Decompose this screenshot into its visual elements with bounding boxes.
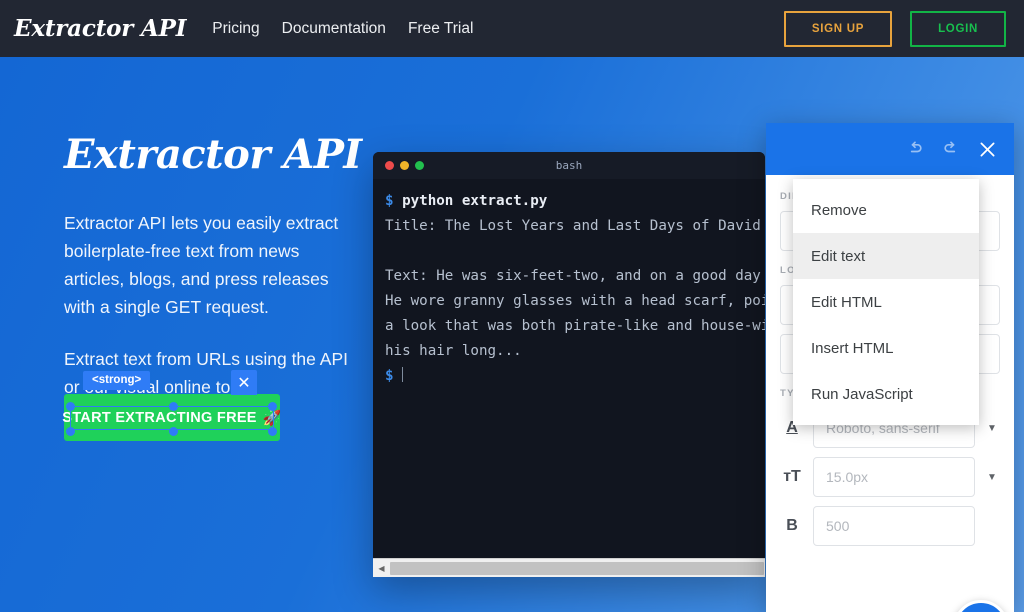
scrollbar-thumb[interactable] (390, 561, 764, 575)
terminal-line: He wore granny glasses with a head scarf… (385, 293, 765, 309)
font-weight-icon: B (786, 517, 798, 534)
font-size-input[interactable]: 15.0px (813, 457, 975, 497)
terminal-line: Title: The Lost Years and Last Days of D… (385, 218, 765, 234)
terminal-horizontal-scrollbar[interactable]: ◀ (373, 558, 765, 577)
nav-links: Pricing Documentation Free Trial (212, 20, 473, 38)
chevron-down-icon[interactable]: ▼ (984, 423, 1000, 434)
context-menu: Remove Edit text Edit HTML Insert HTML R… (793, 179, 979, 425)
rocket-icon: 🚀 (262, 409, 282, 427)
terminal-output[interactable]: $ python extract.py Title: The Lost Year… (373, 179, 765, 389)
terminal-titlebar: bash (373, 152, 765, 179)
terminal-final-prompt: $ (385, 368, 394, 384)
terminal-line: Text: He was six-feet-two, and on a good… (385, 268, 765, 284)
brand-logo[interactable]: Extractor API (14, 15, 186, 42)
nav-actions: SIGN UP LOGIN (783, 10, 1006, 47)
typography-font-weight-row: B 500 (780, 506, 1000, 546)
terminal-cursor (401, 367, 404, 382)
typography-font-size-row: тT 15.0px ▼ (780, 457, 1000, 497)
terminal-title: bash (555, 159, 583, 172)
panel-header (766, 123, 1014, 175)
context-menu-item-run-javascript[interactable]: Run JavaScript (793, 371, 979, 417)
top-navbar: Extractor API Pricing Documentation Free… (0, 0, 1024, 57)
terminal-window: bash $ python extract.py Title: The Lost… (373, 152, 765, 577)
font-size-icon: тT (783, 468, 801, 485)
undo-icon[interactable] (905, 139, 925, 159)
login-button[interactable]: LOGIN (910, 10, 1006, 47)
cta-wrapper: START EXTRACTING FREE 🚀 <strong> ✕ (62, 370, 282, 441)
cta-label: START EXTRACTING FREE (62, 409, 257, 426)
chevron-down-icon[interactable]: ▼ (984, 472, 1000, 483)
context-menu-item-edit-text[interactable]: Edit text (793, 233, 979, 279)
nav-link-pricing[interactable]: Pricing (212, 20, 259, 38)
terminal-command: python extract.py (402, 193, 548, 209)
selection-close-icon[interactable]: ✕ (231, 370, 257, 395)
selection-tag-label: <strong> (83, 371, 151, 390)
nav-link-documentation[interactable]: Documentation (282, 20, 386, 38)
sign-up-button[interactable]: SIGN UP (783, 10, 893, 47)
hero-paragraph-1: Extractor API lets you easily extract bo… (64, 213, 339, 317)
nav-link-free-trial[interactable]: Free Trial (408, 20, 473, 38)
redo-icon[interactable] (941, 139, 961, 159)
page-title: Extractor API (64, 131, 362, 178)
context-menu-item-insert-html[interactable]: Insert HTML (793, 325, 979, 371)
terminal-line: his hair long... (385, 343, 522, 359)
close-icon[interactable] (977, 139, 998, 160)
start-extracting-free-button[interactable]: START EXTRACTING FREE 🚀 (62, 394, 282, 441)
scroll-left-arrow-icon[interactable]: ◀ (373, 559, 390, 578)
context-menu-item-edit-html[interactable]: Edit HTML (793, 279, 979, 325)
terminal-line: a look that was both pirate-like and hou… (385, 318, 765, 334)
hero-copy: Extractor API Extractor API lets you eas… (64, 131, 362, 401)
terminal-prompt: $ (385, 193, 394, 209)
context-menu-item-remove[interactable]: Remove (793, 187, 979, 233)
font-weight-input[interactable]: 500 (813, 506, 975, 546)
